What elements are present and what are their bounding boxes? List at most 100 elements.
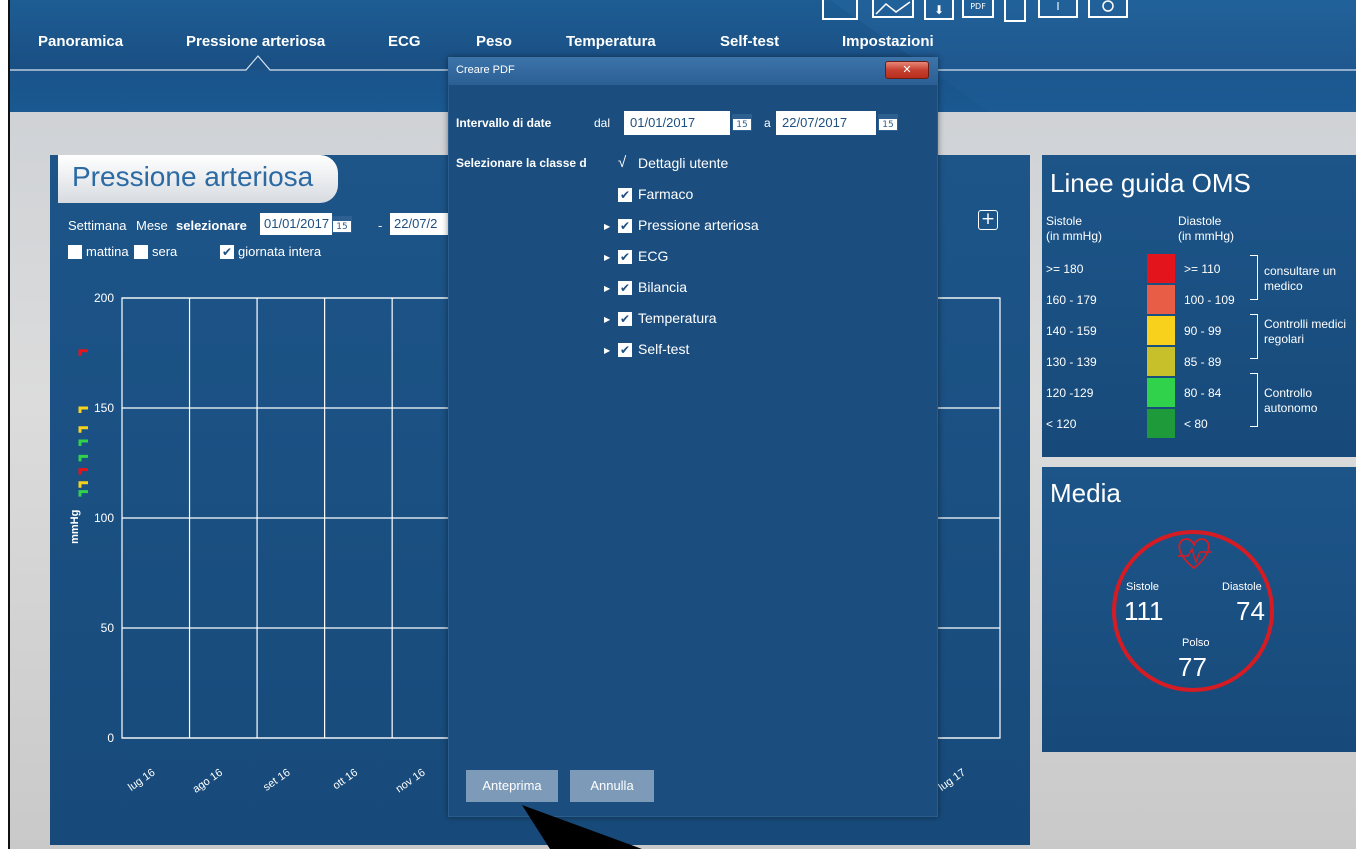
heart-icon [1178, 538, 1212, 570]
expand-arrow-icon[interactable]: ▶ [604, 222, 610, 231]
tree-item-label[interactable]: Farmaco [638, 186, 693, 202]
period-month[interactable]: Mese [136, 218, 168, 233]
chart-ylabel: mmHg [69, 510, 81, 544]
media-pulse-value: 77 [1178, 652, 1207, 682]
date-from-field[interactable]: 01/01/2017 [260, 213, 332, 235]
to-label: a [764, 116, 771, 130]
filter-checkbox-giornata[interactable]: ✔ [220, 245, 234, 259]
date-to-field[interactable]: 22/07/2 [390, 213, 450, 235]
modal-date-from[interactable]: 01/01/2017 [624, 111, 730, 135]
tab-peso[interactable]: Peso [476, 33, 512, 50]
tree-checkbox[interactable]: √ [618, 154, 626, 171]
media-diastolic-label: Diastole [1222, 581, 1262, 593]
bracket-2 [1250, 314, 1258, 359]
panel-title: Pressione arteriosa [72, 161, 314, 192]
tree-checkbox[interactable]: ✔ [618, 188, 632, 202]
bracket-1 [1250, 255, 1258, 300]
tab-temperatura[interactable]: Temperatura [566, 33, 656, 50]
tree-item-label[interactable]: Dettagli utente [638, 155, 728, 171]
chart-xtick-label: nov 16 [394, 767, 428, 796]
media-systolic-label: Sistole [1126, 581, 1160, 593]
oms-systolic-range: >= 180 [1046, 262, 1084, 276]
modal-date-to[interactable]: 22/07/2017 [776, 111, 876, 135]
tab-ecg[interactable]: ECG [388, 33, 421, 50]
oms-color-swatch [1147, 285, 1175, 314]
guideline-marker [78, 426, 88, 433]
guideline-marker [78, 439, 88, 446]
oms-title: Linee guida OMS [1050, 168, 1251, 198]
oms-note-2: Controlli medici regolari [1264, 317, 1347, 346]
date-range-label: Intervallo di date [456, 116, 552, 130]
filter-checkbox-sera[interactable] [134, 245, 148, 259]
guideline-marker [78, 468, 88, 475]
calendar-icon[interactable]: 15 [878, 114, 898, 131]
oms-systolic-range: 140 - 159 [1046, 324, 1097, 338]
chart-xtick-label: ott 16 [331, 767, 360, 793]
expand-arrow-icon[interactable]: ▶ [604, 253, 610, 262]
tab-self-test[interactable]: Self-test [720, 33, 779, 50]
dialog-title: Creare PDF [456, 64, 515, 76]
media-title: Media [1050, 478, 1121, 508]
oms-color-swatch [1147, 378, 1175, 407]
list-icon[interactable] [1004, 0, 1026, 22]
calendar-icon[interactable]: 15 [332, 216, 352, 233]
pdf-icon[interactable]: PDF [962, 0, 994, 18]
select-label[interactable]: selezionare [176, 218, 247, 233]
oms-diastolic-range: < 80 [1184, 417, 1208, 431]
oms-diastolic-range: 85 - 89 [1184, 355, 1222, 369]
tree-checkbox[interactable]: ✔ [618, 219, 632, 233]
info-icon[interactable]: I [1038, 0, 1078, 18]
chart-icon[interactable] [872, 0, 914, 18]
oms-systolic-range: 120 -129 [1046, 386, 1094, 400]
cancel-button[interactable]: Annulla [570, 770, 654, 802]
oms-diastolic-unit: (in mmHg) [1178, 229, 1234, 243]
expand-arrow-icon[interactable]: ▶ [604, 315, 610, 324]
tab-panoramica[interactable]: Panoramica [38, 33, 123, 50]
tree-item-label[interactable]: Pressione arteriosa [638, 217, 759, 233]
oms-systolic-range: < 120 [1046, 417, 1077, 431]
media-diastolic-value: 74 [1236, 596, 1265, 626]
period-week[interactable]: Settimana [68, 218, 127, 233]
filter-label-mattina: mattina [86, 244, 129, 259]
oms-systolic-range: 160 - 179 [1046, 293, 1097, 307]
guideline-marker [78, 349, 88, 356]
tree-checkbox[interactable]: ✔ [618, 250, 632, 264]
preview-button[interactable]: Anteprima [466, 770, 558, 802]
oms-systolic-header: Sistole [1046, 214, 1083, 228]
oms-diastolic-header: Diastole [1178, 214, 1222, 228]
circle-icon[interactable] [1088, 0, 1128, 18]
chart-xtick-label: lug 16 [126, 767, 157, 794]
oms-diastolic-range: >= 110 [1184, 262, 1221, 276]
oms-color-swatch [1147, 254, 1175, 283]
tree-item-label[interactable]: Temperatura [638, 310, 717, 326]
media-pulse-label: Polso [1182, 637, 1210, 649]
oms-diastolic-range: 100 - 109 [1184, 293, 1235, 307]
guideline-marker [78, 481, 88, 488]
tree-checkbox[interactable]: ✔ [618, 312, 632, 326]
oms-diastolic-range: 90 - 99 [1184, 324, 1222, 338]
expand-arrow-icon[interactable]: ▶ [604, 346, 610, 355]
filter-checkbox-mattina[interactable] [68, 245, 82, 259]
expand-arrow-icon[interactable]: ▶ [604, 284, 610, 293]
close-icon[interactable]: ✕ [885, 61, 929, 79]
guideline-marker [78, 490, 88, 497]
from-label: dal [594, 116, 611, 130]
oms-note-1: consultare un medico [1264, 264, 1337, 293]
oms-systolic-range: 130 - 139 [1046, 355, 1097, 369]
oms-note-3: Controllo autonomo [1264, 386, 1318, 415]
chart-ytick-label: 100 [94, 511, 114, 525]
plus-icon[interactable]: + [978, 210, 998, 230]
tree-item-label[interactable]: Self-test [638, 341, 689, 357]
calendar-icon[interactable]: 15 [732, 114, 752, 131]
tree-checkbox[interactable]: ✔ [618, 281, 632, 295]
tree-item-label[interactable]: ECG [638, 248, 668, 264]
oms-systolic-unit: (in mmHg) [1046, 229, 1102, 243]
download-icon[interactable]: ⬇ [924, 0, 954, 20]
guideline-marker [78, 406, 88, 413]
print-icon[interactable] [822, 0, 858, 20]
tree-checkbox[interactable]: ✔ [618, 343, 632, 357]
tab-pressione-arteriosa[interactable]: Pressione arteriosa [186, 33, 325, 50]
guideline-marker [78, 454, 88, 462]
tree-item-label[interactable]: Bilancia [638, 279, 687, 295]
tab-impostazioni[interactable]: Impostazioni [842, 33, 934, 50]
